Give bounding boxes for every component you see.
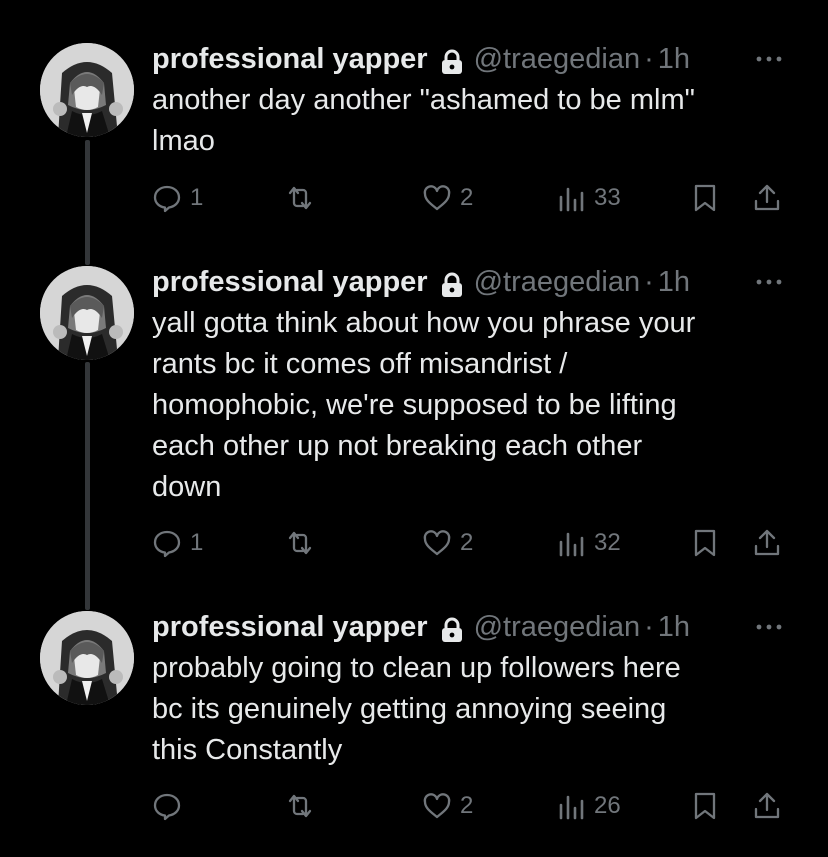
separator: · (644, 266, 654, 298)
retweet-button[interactable] (285, 523, 323, 563)
retweet-icon (288, 186, 312, 210)
more-icon[interactable] (752, 270, 786, 294)
retweet-button[interactable] (285, 178, 323, 218)
share-button[interactable] (752, 178, 782, 218)
bookmark-icon (694, 792, 716, 820)
avatar-image (40, 266, 134, 360)
like-count: 2 (460, 184, 474, 211)
separator: · (644, 43, 654, 75)
bookmark-icon (694, 529, 716, 557)
lock-icon (440, 269, 464, 297)
like-icon (423, 793, 451, 819)
separator: · (644, 611, 654, 643)
view-count: 33 (594, 184, 621, 211)
share-icon (754, 184, 780, 211)
share-button[interactable] (752, 523, 782, 563)
view-count: 32 (594, 529, 621, 556)
tweet[interactable]: professional yapper @traegedian · 1h ano… (0, 37, 828, 227)
views-button[interactable]: 26 (556, 786, 621, 826)
share-icon (754, 529, 780, 556)
lock-icon (440, 614, 464, 642)
share-icon (754, 792, 780, 819)
handle[interactable]: @traegedian (474, 262, 641, 302)
reply-count: 1 (190, 184, 204, 211)
tweet-header: professional yapper @traegedian · 1h (152, 39, 690, 79)
handle[interactable]: @traegedian (474, 39, 641, 79)
tweet-text: yall gotta think about how you phrase yo… (152, 307, 696, 503)
timestamp[interactable]: 1h (658, 607, 690, 647)
retweet-button[interactable] (285, 786, 323, 826)
like-icon (423, 530, 451, 556)
reply-count: 1 (190, 529, 204, 556)
share-button[interactable] (752, 786, 782, 826)
bookmark-icon (694, 184, 716, 212)
reply-icon (153, 185, 181, 213)
more-icon[interactable] (752, 47, 786, 71)
tweet-header: professional yapper @traegedian · 1h (152, 262, 690, 302)
avatar[interactable] (40, 611, 134, 705)
avatar-image (40, 43, 134, 137)
views-icon (559, 532, 584, 557)
like-count: 2 (460, 529, 474, 556)
like-icon (423, 185, 451, 211)
bookmark-button[interactable] (690, 786, 720, 826)
like-button[interactable]: 2 (422, 523, 473, 563)
avatar-image (40, 611, 134, 705)
tweet-text: probably going to clean up followers her… (152, 652, 681, 766)
timestamp[interactable]: 1h (658, 39, 690, 79)
views-button[interactable]: 32 (556, 523, 621, 563)
display-name[interactable]: professional yapper (152, 262, 428, 302)
reply-button[interactable] (152, 786, 190, 826)
timestamp[interactable]: 1h (658, 262, 690, 302)
view-count: 26 (594, 792, 621, 819)
avatar[interactable] (40, 266, 134, 360)
action-bar: 1 2 33 (0, 178, 828, 218)
handle[interactable]: @traegedian (474, 607, 641, 647)
display-name[interactable]: professional yapper (152, 607, 428, 647)
avatar[interactable] (40, 43, 134, 137)
display-name[interactable]: professional yapper (152, 39, 428, 79)
action-bar: 2 26 (0, 786, 828, 826)
lock-icon (440, 46, 464, 74)
bookmark-button[interactable] (690, 178, 720, 218)
reply-button[interactable]: 1 (152, 178, 203, 218)
tweet[interactable]: professional yapper @traegedian · 1h yal… (0, 260, 828, 580)
bookmark-button[interactable] (690, 523, 720, 563)
retweet-icon (288, 531, 312, 555)
views-icon (559, 187, 584, 212)
views-button[interactable]: 33 (556, 178, 621, 218)
reply-button[interactable]: 1 (152, 523, 203, 563)
like-count: 2 (460, 792, 474, 819)
tweet-header: professional yapper @traegedian · 1h (152, 607, 690, 647)
tweet-text: another day another "ashamed to be mlm" … (152, 84, 695, 157)
retweet-icon (288, 794, 312, 818)
like-button[interactable]: 2 (422, 786, 473, 826)
views-icon (559, 795, 584, 820)
reply-icon (153, 793, 181, 821)
tweet[interactable]: professional yapper @traegedian · 1h pro… (0, 605, 828, 845)
more-icon[interactable] (752, 615, 786, 639)
like-button[interactable]: 2 (422, 178, 473, 218)
reply-icon (153, 530, 181, 558)
action-bar: 1 2 32 (0, 523, 828, 563)
